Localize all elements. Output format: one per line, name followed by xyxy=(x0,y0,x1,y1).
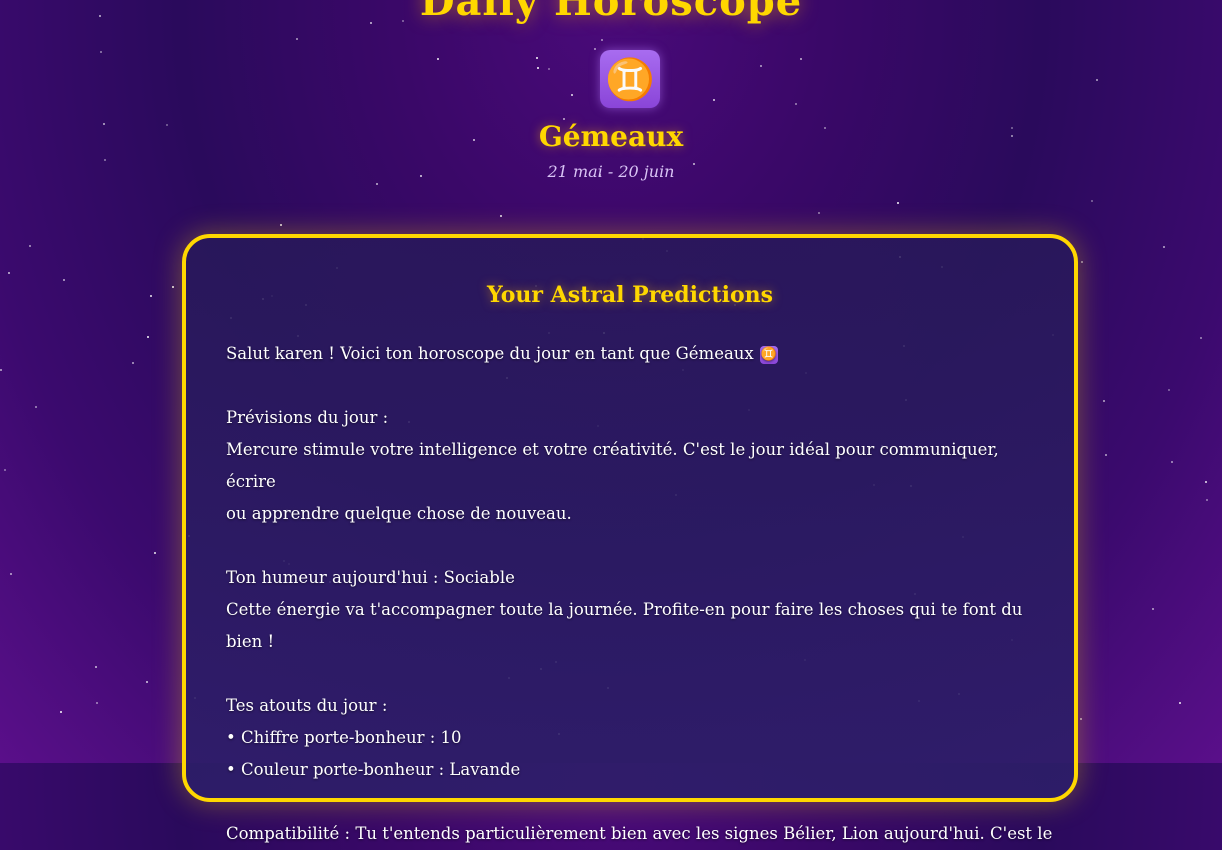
star xyxy=(571,94,573,96)
mood-heading: Ton humeur aujourd'hui : Sociable xyxy=(226,568,515,587)
star xyxy=(29,245,31,247)
star xyxy=(4,469,6,471)
star xyxy=(154,552,156,554)
forecast-heading: Prévisions du jour : xyxy=(226,408,389,427)
star xyxy=(594,48,596,50)
star xyxy=(1205,481,1207,483)
mood-text: Cette énergie va t'accompagner toute la … xyxy=(226,600,1023,651)
star xyxy=(1168,389,1170,391)
star xyxy=(1105,454,1107,456)
greeting-line: Salut karen ! Voici ton horoscope du jou… xyxy=(226,338,1046,370)
sign-dates: 21 mai - 20 juin xyxy=(547,162,675,181)
star xyxy=(437,58,439,60)
star xyxy=(10,573,12,575)
sign-symbol: ♊ xyxy=(605,55,655,103)
star xyxy=(500,215,502,217)
star xyxy=(800,58,802,60)
star xyxy=(296,38,298,40)
star xyxy=(96,702,98,704)
horoscope-text: Salut karen ! Voici ton horoscope du jou… xyxy=(226,338,1053,850)
star xyxy=(60,711,62,713)
star xyxy=(536,57,538,59)
star xyxy=(1163,246,1165,248)
greeting-text: Salut karen ! Voici ton horoscope du jou… xyxy=(226,344,754,363)
page-title: Daily Horoscope xyxy=(419,0,803,25)
star xyxy=(548,68,550,70)
star xyxy=(1179,702,1181,704)
star xyxy=(150,295,152,297)
star xyxy=(1080,718,1082,720)
star xyxy=(104,159,106,161)
star xyxy=(537,67,539,69)
card-title: Your Astral Predictions xyxy=(486,282,774,308)
star xyxy=(1081,261,1083,263)
star xyxy=(35,406,37,408)
star xyxy=(8,272,10,274)
star xyxy=(63,279,65,281)
star xyxy=(713,99,715,101)
forecast-line-1: Mercure stimule votre intelligence et vo… xyxy=(226,440,999,491)
gemini-small-icon: ♊ xyxy=(759,345,778,364)
star xyxy=(146,681,148,683)
star xyxy=(897,202,899,204)
star xyxy=(1103,400,1105,402)
star xyxy=(95,666,97,668)
star xyxy=(132,362,134,364)
gemini-icon: ♊ xyxy=(600,50,660,108)
star xyxy=(1091,200,1093,202)
star xyxy=(1152,608,1154,610)
predictions-card: Your Astral Predictions Salut karen ! Vo… xyxy=(182,234,1078,843)
star xyxy=(1206,499,1208,501)
sign-name: Gémeaux xyxy=(538,120,684,153)
lucky-number: • Chiffre porte-bonheur : 10 xyxy=(226,728,462,747)
assets-heading: Tes atouts du jour : xyxy=(226,696,388,715)
star xyxy=(280,224,282,226)
star xyxy=(376,183,378,185)
star xyxy=(601,39,603,41)
star xyxy=(1200,337,1202,339)
star xyxy=(100,51,102,53)
forecast-line-2: ou apprendre quelque chose de nouveau. xyxy=(226,504,572,523)
star xyxy=(818,212,820,214)
star xyxy=(172,286,174,288)
star xyxy=(760,65,762,67)
star xyxy=(1096,79,1098,81)
star xyxy=(147,336,149,338)
star xyxy=(1171,461,1173,463)
star xyxy=(795,103,797,105)
lucky-color: • Couleur porte-bonheur : Lavande xyxy=(226,760,521,779)
star xyxy=(0,369,2,371)
compatibility-line: Compatibilité : Tu t'entends particulièr… xyxy=(226,824,1053,843)
